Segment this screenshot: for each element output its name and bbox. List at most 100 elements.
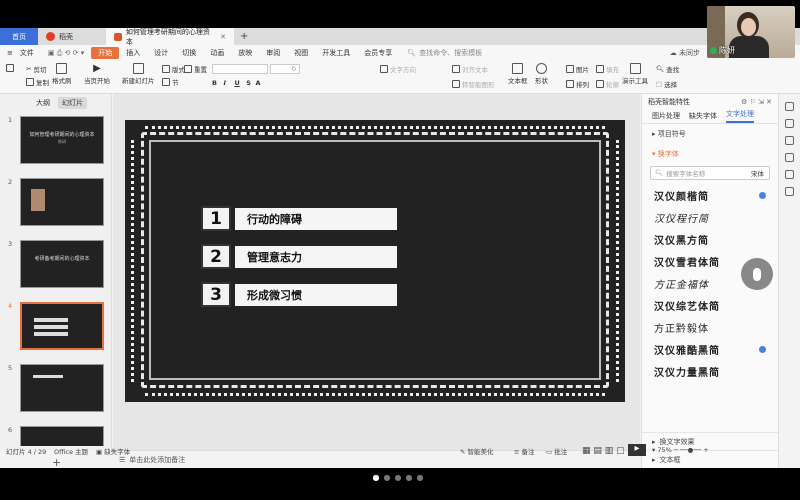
sidebar-tool-icon[interactable]: [785, 102, 794, 111]
slide-thumbnail[interactable]: 1 如何管理考研期间的心理资本 陈研: [6, 116, 106, 164]
tab-slides[interactable]: 幻灯片: [58, 97, 87, 109]
format-painter-button[interactable]: 格式刷: [52, 63, 72, 85]
slide-thumbnail[interactable]: 3 考研备考期间的心理资本: [6, 240, 106, 288]
ribbon-toolbar: 粘贴 ✂剪切 复制 格式刷 ▶ 当页开始 新建幻灯片 版式 节 重置 0 B I …: [0, 61, 800, 94]
voice-input-button[interactable]: [741, 258, 773, 290]
font-search-input[interactable]: 🔍︎ 搜索字体名称 宋体: [650, 166, 770, 180]
layout-button[interactable]: 版式: [162, 64, 185, 74]
sidebar-tool-icon[interactable]: [785, 153, 794, 162]
font-item[interactable]: 方正黔毅体: [642, 316, 778, 338]
play-slideshow-button[interactable]: ▶: [628, 444, 646, 456]
add-slide-icon[interactable]: +: [52, 456, 61, 469]
section-bullets[interactable]: ▸ 项目符号: [642, 124, 778, 144]
zoom-controls[interactable]: ▾ 75% ─ ──●── +: [652, 446, 709, 454]
menu-view[interactable]: 视图: [287, 48, 315, 58]
tab-image-processing[interactable]: 图片处理: [652, 111, 680, 121]
slide-thumbnail[interactable]: 2: [6, 178, 106, 226]
paste-button[interactable]: 粘贴: [6, 64, 14, 72]
slide-item-2[interactable]: 2 管理意志力: [201, 244, 397, 269]
sidebar-tool-icon[interactable]: [785, 170, 794, 179]
theme-name: Office 主题: [54, 448, 89, 456]
menu-file[interactable]: 文件: [20, 48, 41, 58]
font-item[interactable]: 汉仪程行简: [642, 206, 778, 228]
mic-active-icon: [710, 47, 717, 54]
tab-docer[interactable]: 稻壳: [38, 28, 106, 45]
arrange-button[interactable]: 排列: [566, 79, 589, 89]
slide-item-1[interactable]: 1 行动的障碍: [201, 206, 397, 231]
layout-icon: [162, 65, 170, 73]
cut-button[interactable]: ✂ 剪切: [26, 64, 46, 74]
format-buttons[interactable]: B I U S A: [212, 79, 260, 87]
person-face: [741, 18, 756, 36]
new-slide-button[interactable]: 新建幻灯片: [122, 63, 155, 85]
menu-start[interactable]: 开始: [91, 47, 120, 59]
missing-fonts-label: 缺失字体: [104, 448, 131, 456]
item-label: 管理意志力: [235, 245, 397, 268]
current-slide[interactable]: 1 行动的障碍 2 管理意志力 3 形成微习惯: [125, 120, 625, 402]
font-item[interactable]: 汉仪雅酷黑简: [642, 338, 778, 360]
font-item[interactable]: 汉仪综艺体简: [642, 294, 778, 316]
copy-icon: [26, 78, 34, 86]
view-buttons[interactable]: ▦ ▤ ▥ ▢: [582, 446, 625, 456]
reset-icon: [184, 65, 192, 73]
outline-button[interactable]: 轮廓: [596, 79, 619, 89]
menu-design[interactable]: 设计: [147, 48, 175, 58]
slide-canvas[interactable]: 1 行动的障碍 2 管理意志力 3 形成微习惯: [113, 94, 640, 450]
textbox-button[interactable]: 文本框: [508, 63, 528, 85]
panel-header-icons[interactable]: ⚙ ⚐ ⇲ ✕: [741, 98, 772, 106]
text-direction-button[interactable]: 文字方向: [380, 64, 416, 74]
reset-button[interactable]: 重置: [184, 64, 207, 74]
menu-animation[interactable]: 动画: [203, 48, 231, 58]
slide-thumbnail-selected[interactable]: 4: [6, 302, 106, 350]
menu-slideshow[interactable]: 放映: [231, 48, 259, 58]
sync-status[interactable]: ☁ 未同步: [670, 48, 700, 58]
menu-developer[interactable]: 开发工具: [315, 48, 357, 58]
menu-review[interactable]: 审阅: [259, 48, 287, 58]
comments-toggle[interactable]: ▭ 批注: [546, 446, 567, 456]
select-button[interactable]: ⬚ 选择: [656, 79, 677, 89]
fill-button[interactable]: 填充: [596, 64, 619, 74]
font-item[interactable]: 汉仪黑方简: [642, 228, 778, 250]
notes-icon: ☰: [119, 455, 126, 464]
smart-beautify-button[interactable]: ✎ 智能美化: [460, 446, 494, 456]
align-text-button[interactable]: 对齐文本: [452, 64, 488, 74]
copy-button[interactable]: 复制: [26, 77, 49, 87]
picture-button[interactable]: 图片: [566, 64, 589, 74]
new-tab-icon[interactable]: +: [234, 31, 254, 42]
slide-thumbnail[interactable]: 6: [6, 426, 106, 446]
command-search[interactable]: 🔍︎ 查找命令、搜索模板: [407, 48, 482, 58]
slide-item-3[interactable]: 3 形成微习惯: [201, 282, 397, 307]
hamburger-icon[interactable]: ≡: [0, 49, 20, 57]
menu-transition[interactable]: 切换: [175, 48, 203, 58]
menu-icons[interactable]: ▣ ⎙ ⟲ ⟳ ▾: [41, 49, 91, 58]
font-dropdown[interactable]: 宋体: [746, 168, 769, 178]
convert-smartart-button[interactable]: 转智能图形: [452, 79, 495, 89]
play-from-current-button[interactable]: ▶ 当页开始: [84, 63, 110, 85]
sidebar-tool-icon[interactable]: [785, 136, 794, 145]
font-item[interactable]: 汉仪颜楷简: [642, 184, 778, 206]
missing-fonts-status[interactable]: ▣ 缺失字体: [96, 446, 130, 456]
section-button[interactable]: 节: [162, 77, 179, 87]
tab-outline[interactable]: 大纲: [32, 97, 54, 109]
shape-button[interactable]: 形状: [535, 63, 548, 85]
item-number: 1: [201, 206, 231, 231]
sidebar-tool-icon[interactable]: [785, 119, 794, 128]
tab-missing-fonts[interactable]: 缺失字体: [689, 111, 717, 121]
font-name-select[interactable]: [212, 64, 268, 74]
font-size-value: 0: [291, 65, 296, 73]
sidebar-tool-icon[interactable]: [785, 187, 794, 196]
notes-toggle[interactable]: ≡ 备注: [514, 446, 535, 456]
tab-text-processing[interactable]: 文字处理: [726, 109, 754, 123]
find-button[interactable]: 🔍︎ 查找: [656, 64, 679, 74]
close-tab-icon[interactable]: ✕: [220, 33, 226, 41]
notes-toggle-label: 备注: [521, 448, 535, 456]
menu-member[interactable]: 会员专享: [357, 48, 399, 58]
tab-home[interactable]: 首页: [0, 28, 38, 45]
menu-insert[interactable]: 插入: [119, 48, 147, 58]
slide-thumbnail[interactable]: 5: [6, 364, 106, 412]
tab-document[interactable]: 如何管理考研期间的心理资本 ✕: [106, 28, 234, 46]
section-change-font[interactable]: ▾ 换字体: [642, 144, 778, 164]
font-size-select[interactable]: 0: [270, 64, 300, 74]
font-item[interactable]: 汉仪力量黑简: [642, 360, 778, 382]
presenter-tools-button[interactable]: 演示工具: [622, 63, 648, 85]
